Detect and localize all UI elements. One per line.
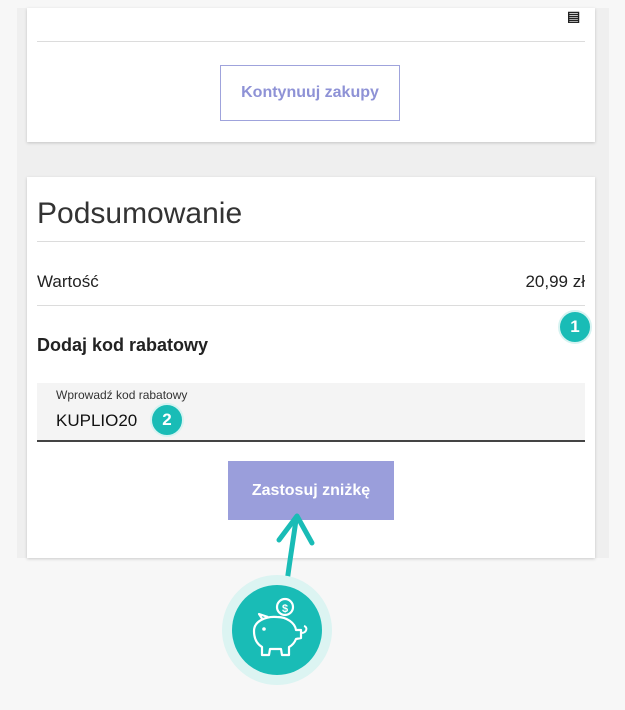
piggy-bank-icon: $	[252, 597, 308, 657]
svg-text:$: $	[282, 603, 288, 615]
